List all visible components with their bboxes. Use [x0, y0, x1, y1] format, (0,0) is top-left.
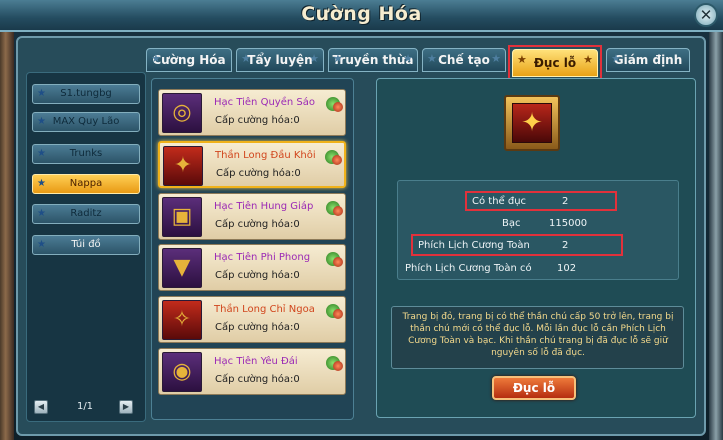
item-level: Cấp cường hóa:0 [216, 168, 301, 179]
gem-icon [325, 150, 342, 165]
item-level: Cấp cường hóa:0 [215, 322, 300, 333]
equipment-item[interactable]: ◎ Hạc Tiên Quyền Sáo Cấp cường hóa:0 [158, 89, 346, 136]
stat-value-phich-lich: 2 [562, 240, 569, 251]
sidebar-item-label: Trunks [69, 148, 103, 159]
tab-star-icon: ★ [427, 52, 437, 65]
item-name: Thần Long Đầu Khôi [215, 150, 316, 161]
tab-che-tao[interactable]: ★ Chế tạo ★ [422, 48, 506, 72]
left-edge-decoration [0, 30, 14, 440]
close-button[interactable]: ✕ [694, 3, 718, 27]
page-indicator: 1/1 [76, 401, 94, 412]
tab-star-icon: ★ [491, 52, 501, 65]
description-text: Trang bị đỏ, trang bị có thể thần chú cấ… [402, 312, 674, 358]
prev-page-button[interactable]: ◀ [34, 400, 48, 414]
item-level: Cấp cường hóa:0 [215, 115, 300, 126]
tab-tay-luyen[interactable]: ★ Tẩy luyện ★ [236, 48, 324, 72]
item-name: Hạc Tiên Phi Phong [214, 252, 311, 263]
star-icon: ★ [37, 208, 46, 219]
tab-cuong-hoa[interactable]: ★ Cường Hóa [146, 48, 232, 72]
gem-icon [326, 97, 343, 112]
tab-star-icon: ★ [151, 52, 161, 65]
tab-label: Tẩy luyện [247, 53, 313, 67]
item-level: Cấp cường hóa:0 [215, 374, 300, 385]
star-icon: ★ [37, 148, 46, 159]
tab-duc-lo[interactable]: ★ Đục lỗ ★ [512, 49, 598, 77]
star-icon: ★ [37, 178, 46, 189]
gem-icon [326, 201, 343, 216]
sidebar-item-s1-tungbg[interactable]: ★ S1.tungbg [32, 84, 140, 104]
gem-icon [326, 356, 343, 371]
dialog-window: Cường Hóa ✕ ★ Cường Hóa ★ Tẩy luyện ★ ★ … [0, 0, 723, 440]
gem-icon [326, 304, 343, 319]
tab-label: Đục lỗ [533, 56, 577, 70]
pagination: ◀ 1/1 ▶ [34, 400, 134, 416]
duc-lo-button[interactable]: Đục lỗ [492, 376, 576, 400]
armor-icon: ▣ [162, 197, 202, 237]
selected-item-slot[interactable]: ✦ [504, 95, 560, 151]
stat-value-co-the-duc: 2 [562, 196, 569, 207]
stat-value-phich-lich-co: 102 [557, 263, 577, 274]
equipment-item[interactable]: ✦ Thần Long Đầu Khôi Cấp cường hóa:0 [158, 141, 346, 188]
tab-star-icon: ★ [403, 52, 413, 65]
stat-label-phich-lich: Phích Lịch Cương Toàn [418, 240, 530, 251]
tab-star-icon: ★ [611, 52, 621, 65]
sidebar-item-max-quy-lao[interactable]: ★ MAX Quy Lão [32, 112, 140, 132]
title-bar: Cường Hóa [0, 0, 723, 32]
helmet-icon: ✦ [163, 146, 203, 186]
tab-label: Truyền thừa [332, 53, 414, 67]
right-edge-decoration [709, 30, 723, 440]
sidebar-item-tui-do[interactable]: ★ Túi đồ [32, 235, 140, 255]
boots-icon: ✧ [162, 300, 202, 340]
item-name: Hạc Tiên Hung Giáp [214, 201, 314, 212]
stat-value-bac: 115000 [549, 218, 588, 229]
tab-giam-dinh[interactable]: ★ Giám định [606, 48, 690, 72]
equipment-item[interactable]: ✧ Thần Long Chỉ Ngoa Cấp cường hóa:0 [158, 296, 346, 343]
belt-icon: ◉ [162, 352, 202, 392]
item-name: Hạc Tiên Yêu Đái [214, 356, 298, 367]
sidebar-item-label: Raditz [70, 208, 102, 219]
tab-label: Giám định [613, 53, 683, 67]
item-name: Hạc Tiên Quyền Sáo [214, 97, 315, 108]
item-level: Cấp cường hóa:0 [215, 270, 300, 281]
stat-label-co-the-duc: Có thể đục [472, 196, 527, 207]
sidebar-item-label: Túi đồ [71, 239, 101, 250]
ring-icon: ◎ [162, 93, 202, 133]
tab-star-icon: ★ [241, 52, 251, 65]
equipment-item[interactable]: ▣ Hạc Tiên Hung Giáp Cấp cường hóa:0 [158, 193, 346, 240]
stat-label-bac: Bạc [502, 218, 521, 229]
sidebar-item-nappa[interactable]: ★ Nappa [32, 174, 140, 194]
tab-label: Cường Hóa [152, 53, 226, 67]
equipment-item[interactable]: ◉ Hạc Tiên Yêu Đái Cấp cường hóa:0 [158, 348, 346, 395]
window-title: Cường Hóa [301, 3, 422, 25]
star-icon: ★ [37, 116, 46, 127]
next-page-button[interactable]: ▶ [119, 400, 133, 414]
tab-label: Chế tạo [438, 53, 490, 67]
cape-icon: ▼ [162, 248, 202, 288]
stat-label-phich-lich-co: Phích Lịch Cương Toàn có [405, 263, 532, 274]
tab-star-icon: ★ [333, 52, 343, 65]
item-name: Thần Long Chỉ Ngoa [214, 304, 315, 315]
tab-star-icon: ★ [309, 52, 319, 65]
helmet-icon: ✦ [512, 103, 552, 143]
tab-star-icon: ★ [517, 53, 527, 66]
tab-star-icon: ★ [583, 53, 593, 66]
star-icon: ★ [37, 239, 46, 250]
gem-icon [326, 252, 343, 267]
sidebar-item-raditz[interactable]: ★ Raditz [32, 204, 140, 224]
equipment-item[interactable]: ▼ Hạc Tiên Phi Phong Cấp cường hóa:0 [158, 244, 346, 291]
sidebar-item-label: Nappa [69, 178, 103, 189]
sidebar-item-trunks[interactable]: ★ Trunks [32, 144, 140, 164]
sidebar-item-label: S1.tungbg [60, 88, 112, 99]
tab-truyen-thua[interactable]: ★ Truyền thừa ★ [328, 48, 418, 72]
sidebar-item-label: MAX Quy Lão [52, 116, 120, 127]
item-level: Cấp cường hóa:0 [215, 219, 300, 230]
star-icon: ★ [37, 88, 46, 99]
